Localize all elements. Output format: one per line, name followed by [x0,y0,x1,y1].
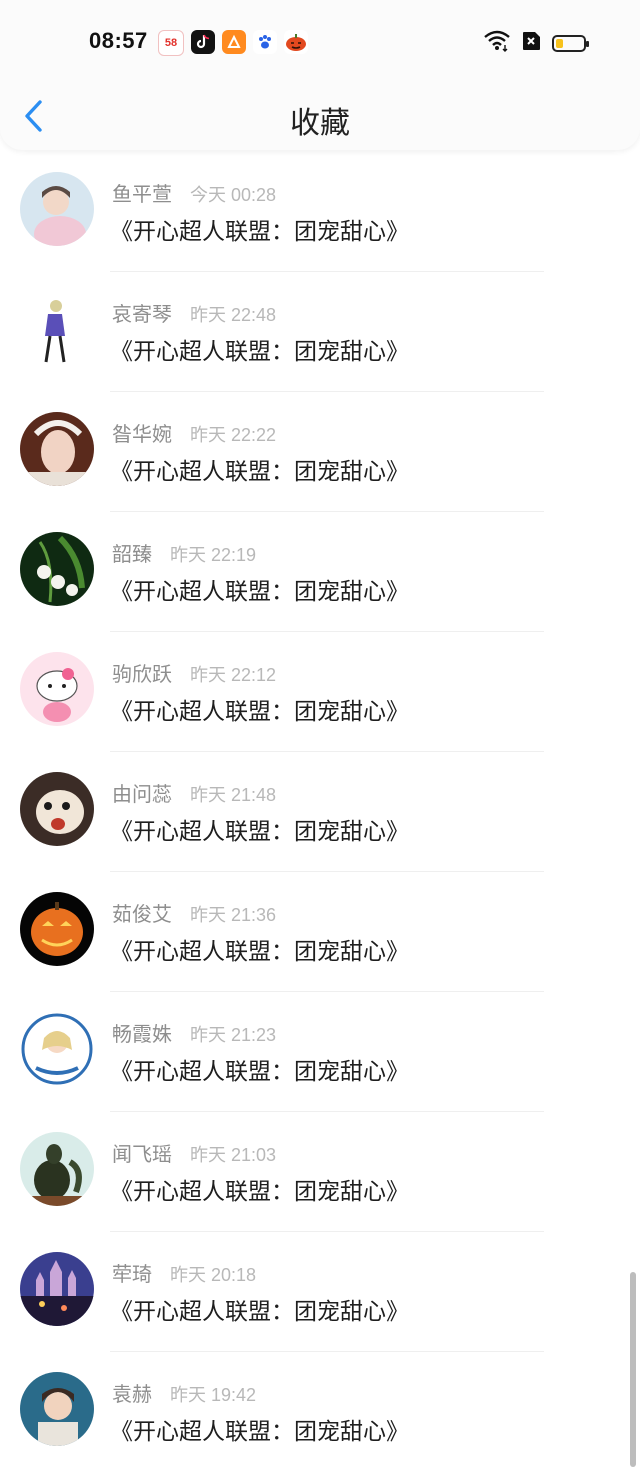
user-name: 鱼平萱 [112,182,172,206]
avatar [20,892,94,966]
timestamp: 昨天 21:36 [190,905,277,925]
pumpkin-icon [284,30,308,54]
book-title: 《开心超人联盟：团宠甜心》 [110,339,409,365]
timestamp: 昨天 21:23 [190,1025,277,1045]
no-sim-icon [520,31,542,55]
item-meta: 昝华婉 昨天 22:22 [112,418,276,447]
timestamp: 昨天 22:19 [170,545,257,565]
list-item[interactable]: 茹俊艾 昨天 21:36 《开心超人联盟：团宠甜心》 [0,872,640,992]
book-title: 《开心超人联盟：团宠甜心》 [110,699,409,725]
avatar [20,172,94,246]
page-title: 收藏 [290,106,350,141]
item-meta: 畅霞姝 昨天 21:23 [112,1018,276,1047]
user-name: 由问蕊 [112,782,172,806]
top-bar: 08:57 58 收藏 [0,0,640,150]
timestamp: 昨天 19:42 [170,1385,257,1405]
status-right-icons [484,30,589,56]
list-item[interactable]: 韶臻 昨天 22:19 《开心超人联盟：团宠甜心》 [0,512,640,632]
item-meta: 韶臻 昨天 22:19 [112,538,256,567]
item-meta: 鱼平萱 今天 00:28 [112,178,276,207]
timestamp: 昨天 20:18 [170,1265,257,1285]
user-name: 闻飞瑶 [112,1142,172,1166]
status-time: 08:57 [89,28,148,53]
avatar [20,532,94,606]
user-name: 昝华婉 [112,422,172,446]
timestamp: 昨天 22:22 [190,425,277,445]
book-title: 《开心超人联盟：团宠甜心》 [110,1059,409,1085]
list-item[interactable]: 袁赫 昨天 19:42 《开心超人联盟：团宠甜心》 [0,1352,640,1467]
nav-bar: 收藏 [0,86,640,146]
list-item[interactable]: 由问蕊 昨天 21:48 《开心超人联盟：团宠甜心》 [0,752,640,872]
list-item[interactable]: 昝华婉 昨天 22:22 《开心超人联盟：团宠甜心》 [0,392,640,512]
avatar [20,1132,94,1206]
book-title: 《开心超人联盟：团宠甜心》 [110,459,409,485]
avatar [20,1372,94,1446]
user-name: 荦琦 [112,1262,152,1286]
book-title: 《开心超人联盟：团宠甜心》 [110,1299,409,1325]
item-meta: 驹欣跃 昨天 22:12 [112,658,276,687]
favorites-list: 鱼平萱 今天 00:28 《开心超人联盟：团宠甜心》 哀寄琴 昨天 22:48 … [0,152,640,1467]
item-meta: 闻飞瑶 昨天 21:03 [112,1138,276,1167]
list-item[interactable]: 哀寄琴 昨天 22:48 《开心超人联盟：团宠甜心》 [0,272,640,392]
item-meta: 哀寄琴 昨天 22:48 [112,298,276,327]
item-meta: 袁赫 昨天 19:42 [112,1378,256,1407]
user-name: 哀寄琴 [112,302,172,326]
book-title: 《开心超人联盟：团宠甜心》 [110,219,409,245]
avatar [20,412,94,486]
book-title: 《开心超人联盟：团宠甜心》 [110,1419,409,1445]
timestamp: 今天 00:28 [190,185,277,205]
list-item[interactable]: 畅霞姝 昨天 21:23 《开心超人联盟：团宠甜心》 [0,992,640,1112]
scrollbar[interactable] [630,1272,636,1467]
list-item[interactable]: 鱼平萱 今天 00:28 《开心超人联盟：团宠甜心》 [0,152,640,272]
user-name: 韶臻 [112,542,152,566]
avatar [20,1012,94,1086]
avatar [20,652,94,726]
book-title: 《开心超人联盟：团宠甜心》 [110,939,409,965]
douyin-icon [191,30,215,54]
avatar [20,292,94,366]
wifi-icon [484,30,510,56]
notification-icons: 58 [158,30,308,56]
user-name: 袁赫 [112,1382,152,1406]
orange-app-icon [222,30,246,54]
list-item[interactable]: 闻飞瑶 昨天 21:03 《开心超人联盟：团宠甜心》 [0,1112,640,1232]
avatar [20,772,94,846]
item-meta: 由问蕊 昨天 21:48 [112,778,276,807]
timestamp: 昨天 21:03 [190,1145,277,1165]
user-name: 茹俊艾 [112,902,172,926]
timestamp: 昨天 21:48 [190,785,277,805]
battery-level [556,38,563,48]
book-title: 《开心超人联盟：团宠甜心》 [110,579,409,605]
item-meta: 荦琦 昨天 20:18 [112,1258,256,1287]
list-item[interactable]: 荦琦 昨天 20:18 《开心超人联盟：团宠甜心》 [0,1232,640,1352]
timestamp: 昨天 22:12 [190,665,277,685]
battery-icon [552,34,589,52]
item-meta: 茹俊艾 昨天 21:36 [112,898,276,927]
favorites-screen: 08:57 58 收藏 鱼平萱 今天 00:28 《开心超人联盟：团宠甜心》 哀… [0,0,640,1467]
status-bar: 08:57 58 [0,0,640,86]
book-title: 《开心超人联盟：团宠甜心》 [110,1179,409,1205]
avatar [20,1252,94,1326]
list-item[interactable]: 驹欣跃 昨天 22:12 《开心超人联盟：团宠甜心》 [0,632,640,752]
timestamp: 昨天 22:48 [190,305,277,325]
user-name: 驹欣跃 [112,662,172,686]
user-name: 畅霞姝 [112,1022,172,1046]
baidu-paw-icon [253,30,277,54]
58-tongcheng-icon: 58 [158,30,184,56]
book-title: 《开心超人联盟：团宠甜心》 [110,819,409,845]
